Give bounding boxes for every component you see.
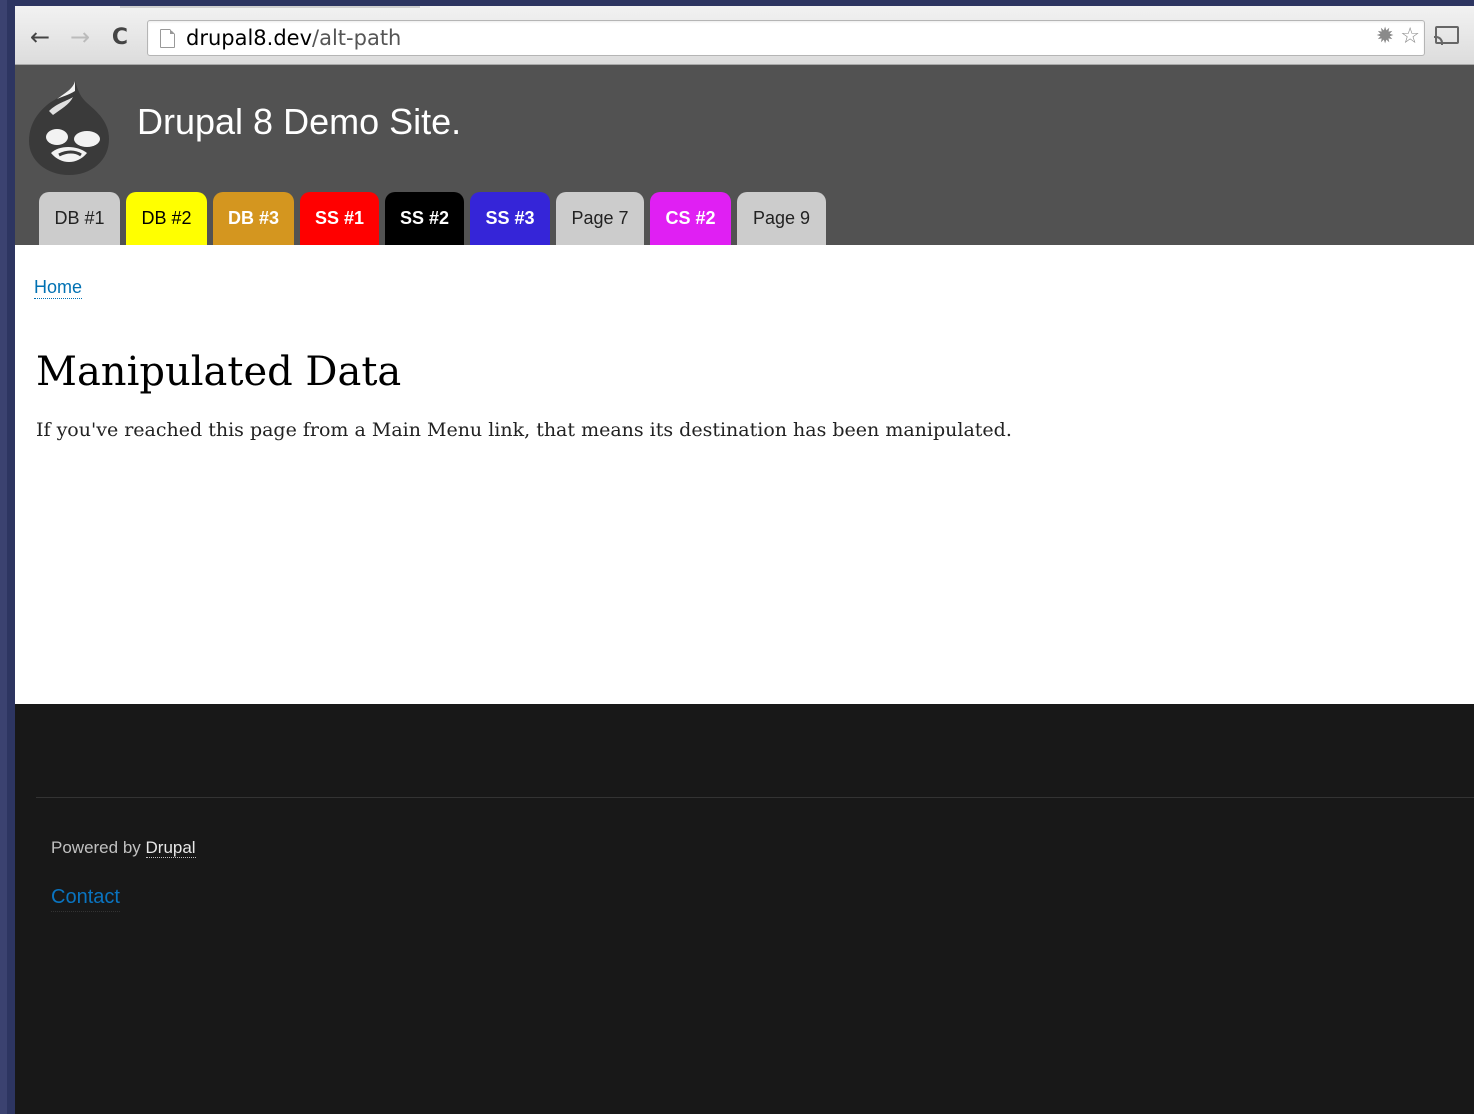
- menu-tab-ss-1[interactable]: SS #1: [300, 192, 379, 245]
- breadcrumb-home-link[interactable]: Home: [34, 276, 83, 299]
- footer-divider: [36, 797, 1474, 798]
- contact-link[interactable]: Contact: [51, 886, 120, 912]
- menu-tab-db-1[interactable]: DB #1: [39, 192, 120, 245]
- extension-icon[interactable]: ✹: [1376, 24, 1394, 50]
- forward-icon[interactable]: →: [65, 22, 95, 52]
- site-name[interactable]: Drupal 8 Demo Site.: [137, 101, 461, 143]
- reload-icon[interactable]: C: [105, 22, 135, 52]
- page-body-text: If you've reached this page from a Main …: [36, 419, 1012, 441]
- bookmark-star-icon[interactable]: ☆: [1400, 24, 1420, 50]
- url-text[interactable]: drupal8.dev/alt-path: [186, 26, 401, 50]
- menu-tab-db-2[interactable]: DB #2: [126, 192, 207, 245]
- menu-tab-ss-3[interactable]: SS #3: [470, 192, 550, 245]
- page-icon: [160, 29, 175, 48]
- omnibox-icons: ✹ ☆: [1376, 24, 1420, 50]
- tab-strip: [120, 6, 420, 8]
- site-footer: Powered by Drupal Contact: [15, 704, 1474, 1114]
- powered-by: Powered by Drupal: [51, 838, 196, 858]
- browser-window: ← → C drupal8.dev/alt-path ✹ ☆ Drupal 8 …: [15, 6, 1474, 1114]
- menu-tab-page-7[interactable]: Page 7: [556, 192, 644, 245]
- back-icon[interactable]: ←: [25, 22, 55, 52]
- browser-toolbar: ← → C drupal8.dev/alt-path ✹ ☆: [15, 6, 1474, 65]
- address-bar[interactable]: drupal8.dev/alt-path ✹ ☆: [147, 20, 1425, 56]
- cast-icon[interactable]: [1434, 26, 1459, 45]
- powered-by-label: Powered by: [51, 838, 146, 857]
- menu-tab-cs-2[interactable]: CS #2: [650, 192, 731, 245]
- drupal-logo-icon[interactable]: [27, 79, 111, 175]
- menu-tab-ss-2[interactable]: SS #2: [385, 192, 464, 245]
- desktop-edge: [0, 0, 7, 1114]
- drupal-link[interactable]: Drupal: [145, 838, 196, 858]
- url-host: drupal8.dev: [186, 26, 313, 50]
- site-header: Drupal 8 Demo Site. DB #1 DB #2 DB #3 SS…: [15, 65, 1474, 245]
- menu-tab-page-9[interactable]: Page 9: [737, 192, 826, 245]
- main-menu: DB #1 DB #2 DB #3 SS #1 SS #2 SS #3 Page…: [39, 192, 826, 245]
- url-path: /alt-path: [312, 26, 402, 50]
- menu-tab-db-3[interactable]: DB #3: [213, 192, 294, 245]
- page-title: Manipulated Data: [36, 349, 402, 395]
